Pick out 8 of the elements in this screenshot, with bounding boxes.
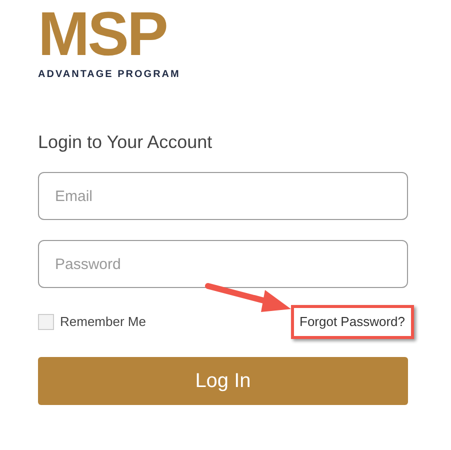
text-field[interactable]: Email bbox=[38, 172, 408, 220]
logo-tagline: ADVANTAGE PROGRAM bbox=[38, 68, 180, 82]
text-field[interactable]: Password bbox=[38, 240, 408, 288]
form-heading: Login to Your Account bbox=[38, 131, 212, 154]
remember-checkbox[interactable] bbox=[38, 314, 54, 330]
remember-label: Remember Me bbox=[60, 313, 146, 331]
logo-mark: MSP bbox=[38, 6, 166, 64]
forgot-password-link[interactable]: Forgot Password? bbox=[290, 305, 414, 338]
